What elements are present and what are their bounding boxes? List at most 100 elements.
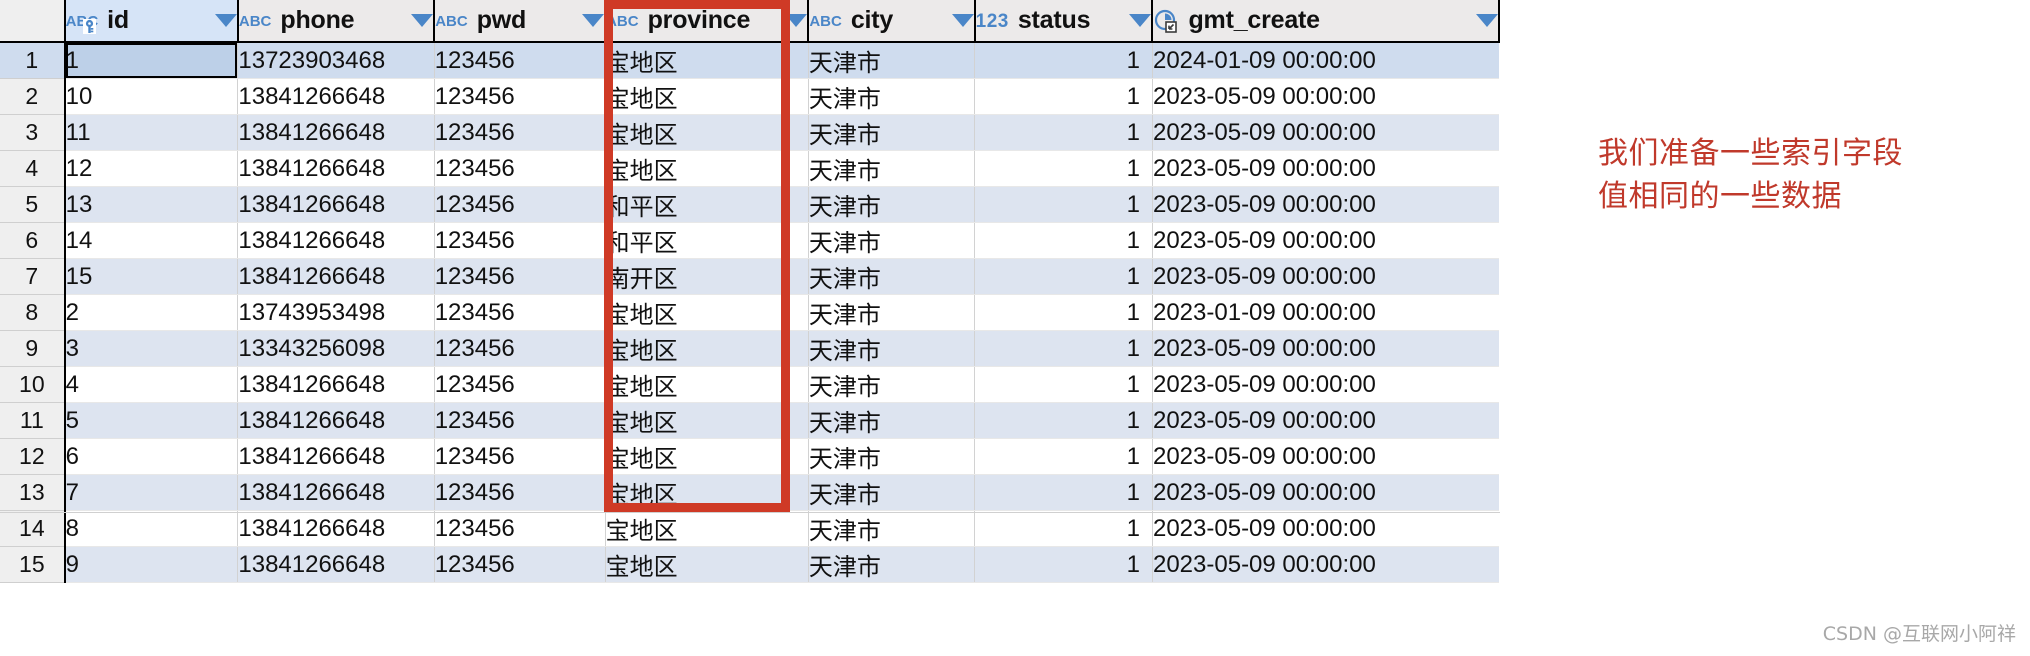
chevron-down-icon[interactable] (214, 14, 237, 27)
cell-province[interactable]: 宝地区 (604, 330, 809, 367)
cell-gmt_create[interactable]: 2023-05-09 00:00:00 (1151, 150, 1499, 187)
cell-gmt_create[interactable]: 2023-05-09 00:00:00 (1151, 510, 1499, 547)
cell-status[interactable]: 1 (974, 150, 1153, 187)
table-row[interactable]: 10 4 13841266648 123456 宝地区 天津市 1 2023-05-09 00… (0, 366, 1499, 403)
cell-status[interactable]: 1 (974, 330, 1153, 367)
cell-pwd[interactable]: 123456 (433, 546, 606, 583)
cell-city[interactable]: 天津市 (807, 330, 975, 367)
cell-status[interactable]: 1 (974, 546, 1153, 583)
cell-phone[interactable]: 13841266648 (237, 114, 435, 151)
cell-phone[interactable]: 13841266648 (237, 366, 435, 403)
cell-pwd[interactable]: 123456 (433, 402, 606, 439)
table-row[interactable]: 9 3 13343256098 123456 宝地区 天津市 1 2023-05-09 00:… (0, 330, 1499, 367)
cell-city[interactable]: 天津市 (807, 294, 975, 331)
select-all-corner[interactable] (0, 0, 66, 43)
row-number[interactable]: 4 (0, 150, 66, 187)
cell-pwd[interactable]: 123456 (433, 186, 606, 223)
table-row[interactable]: 14 8 13841266648 123456 宝地区 天津市 1 2023-05-09 00… (0, 510, 1499, 547)
cell-gmt_create[interactable]: 2023-01-09 00:00:00 (1151, 294, 1499, 331)
cell-pwd[interactable]: 123456 (433, 222, 606, 259)
cell-pwd[interactable]: 123456 (433, 294, 606, 331)
cell-pwd[interactable]: 123456 (433, 366, 606, 403)
cell-pwd[interactable]: 123456 (433, 114, 606, 151)
cell-id[interactable]: 12 (64, 150, 238, 187)
cell-city[interactable]: 天津市 (807, 546, 975, 583)
cell-status[interactable]: 1 (974, 42, 1153, 79)
column-header-id[interactable]: ABC id (64, 0, 239, 43)
cell-gmt_create[interactable]: 2024-01-09 00:00:00 (1151, 42, 1499, 79)
cell-id[interactable]: 14 (64, 222, 238, 259)
cell-status[interactable]: 1 (974, 510, 1153, 547)
row-number[interactable]: 9 (0, 330, 66, 367)
cell-phone[interactable]: 13841266648 (237, 438, 435, 475)
column-header-province[interactable]: ABC province (605, 0, 810, 43)
cell-status[interactable]: 1 (974, 402, 1153, 439)
table-row[interactable]: 7 15 13841266648 123456 南开区 天津市 1 2023-05-09 00… (0, 258, 1499, 295)
cell-id[interactable]: 4 (64, 366, 238, 403)
cell-phone[interactable]: 13841266648 (237, 150, 435, 187)
cell-id[interactable]: 11 (64, 114, 238, 151)
cell-phone[interactable]: 13723903468 (237, 42, 435, 79)
row-number[interactable]: 13 (0, 474, 66, 511)
cell-gmt_create[interactable]: 2023-05-09 00:00:00 (1151, 546, 1499, 583)
cell-phone[interactable]: 13841266648 (237, 546, 435, 583)
cell-province[interactable]: 宝地区 (604, 402, 809, 439)
cell-id[interactable]: 5 (64, 402, 238, 439)
cell-id[interactable]: 13 (64, 186, 238, 223)
cell-phone[interactable]: 13841266648 (237, 222, 435, 259)
cell-phone[interactable]: 13841266648 (237, 258, 435, 295)
cell-gmt_create[interactable]: 2023-05-09 00:00:00 (1151, 330, 1499, 367)
table-row[interactable]: 11 5 13841266648 123456 宝地区 天津市 1 2023-05-09 00… (0, 402, 1499, 439)
cell-province[interactable]: 宝地区 (604, 510, 809, 547)
cell-pwd[interactable]: 123456 (433, 150, 606, 187)
row-number[interactable]: 5 (0, 186, 66, 223)
cell-pwd[interactable]: 123456 (433, 258, 606, 295)
chevron-down-icon[interactable] (1476, 14, 1498, 27)
table-row[interactable]: 8 2 13743953498 123456 宝地区 天津市 1 2023-01-09 00:… (0, 294, 1499, 331)
chevron-down-icon[interactable] (785, 14, 808, 27)
cell-city[interactable]: 天津市 (807, 474, 975, 511)
table-row[interactable]: 15 9 13841266648 123456 宝地区 天津市 1 2023-05-09 00… (0, 546, 1499, 583)
chevron-down-icon[interactable] (411, 14, 434, 27)
cell-status[interactable]: 1 (974, 438, 1153, 475)
row-number[interactable]: 7 (0, 258, 66, 295)
cell-status[interactable]: 1 (974, 78, 1153, 115)
table-row[interactable]: 5 13 13841266648 123456 和平区 天津市 1 2023-05-09 00… (0, 186, 1499, 223)
cell-status[interactable]: 1 (974, 222, 1153, 259)
cell-id[interactable]: 1 (64, 42, 238, 79)
cell-province[interactable]: 宝地区 (604, 294, 809, 331)
cell-city[interactable]: 天津市 (807, 78, 975, 115)
column-header-status[interactable]: 123 status (974, 0, 1154, 43)
column-header-gmt_create[interactable]: gmt_create (1152, 0, 1500, 43)
cell-id[interactable]: 6 (64, 438, 238, 475)
cell-gmt_create[interactable]: 2023-05-09 00:00:00 (1151, 114, 1499, 151)
cell-phone[interactable]: 13841266648 (237, 510, 435, 547)
cell-id[interactable]: 9 (64, 546, 238, 583)
cell-pwd[interactable]: 123456 (433, 78, 606, 115)
cell-pwd[interactable]: 123456 (433, 510, 606, 547)
cell-status[interactable]: 1 (974, 258, 1153, 295)
row-number[interactable]: 11 (0, 402, 66, 439)
table-row[interactable]: 1 1 13723903468 123456 宝地区 天津市 1 2024-01-09 00:… (0, 42, 1499, 79)
row-number[interactable]: 12 (0, 438, 66, 475)
table-row[interactable]: 12 6 13841266648 123456 宝地区 天津市 1 2023-05-09 00… (0, 438, 1499, 475)
cell-city[interactable]: 天津市 (807, 186, 975, 223)
column-header-pwd[interactable]: ABC pwd (434, 0, 607, 43)
row-number[interactable]: 14 (0, 510, 66, 547)
cell-phone[interactable]: 13743953498 (237, 294, 435, 331)
cell-province[interactable]: 宝地区 (604, 474, 809, 511)
table-row[interactable]: 6 14 13841266648 123456 和平区 天津市 1 2023-05-09 00… (0, 222, 1499, 259)
cell-id[interactable]: 8 (64, 510, 238, 547)
cell-gmt_create[interactable]: 2023-05-09 00:00:00 (1151, 222, 1499, 259)
cell-phone[interactable]: 13343256098 (237, 330, 435, 367)
cell-status[interactable]: 1 (974, 114, 1153, 151)
chevron-down-icon[interactable] (951, 14, 974, 27)
row-number[interactable]: 15 (0, 546, 66, 583)
chevron-down-icon[interactable] (582, 14, 605, 27)
cell-province[interactable]: 宝地区 (604, 366, 809, 403)
cell-phone[interactable]: 13841266648 (237, 186, 435, 223)
cell-province[interactable]: 宝地区 (604, 78, 809, 115)
cell-city[interactable]: 天津市 (807, 402, 975, 439)
row-number[interactable]: 8 (0, 294, 66, 331)
cell-gmt_create[interactable]: 2023-05-09 00:00:00 (1151, 474, 1499, 511)
